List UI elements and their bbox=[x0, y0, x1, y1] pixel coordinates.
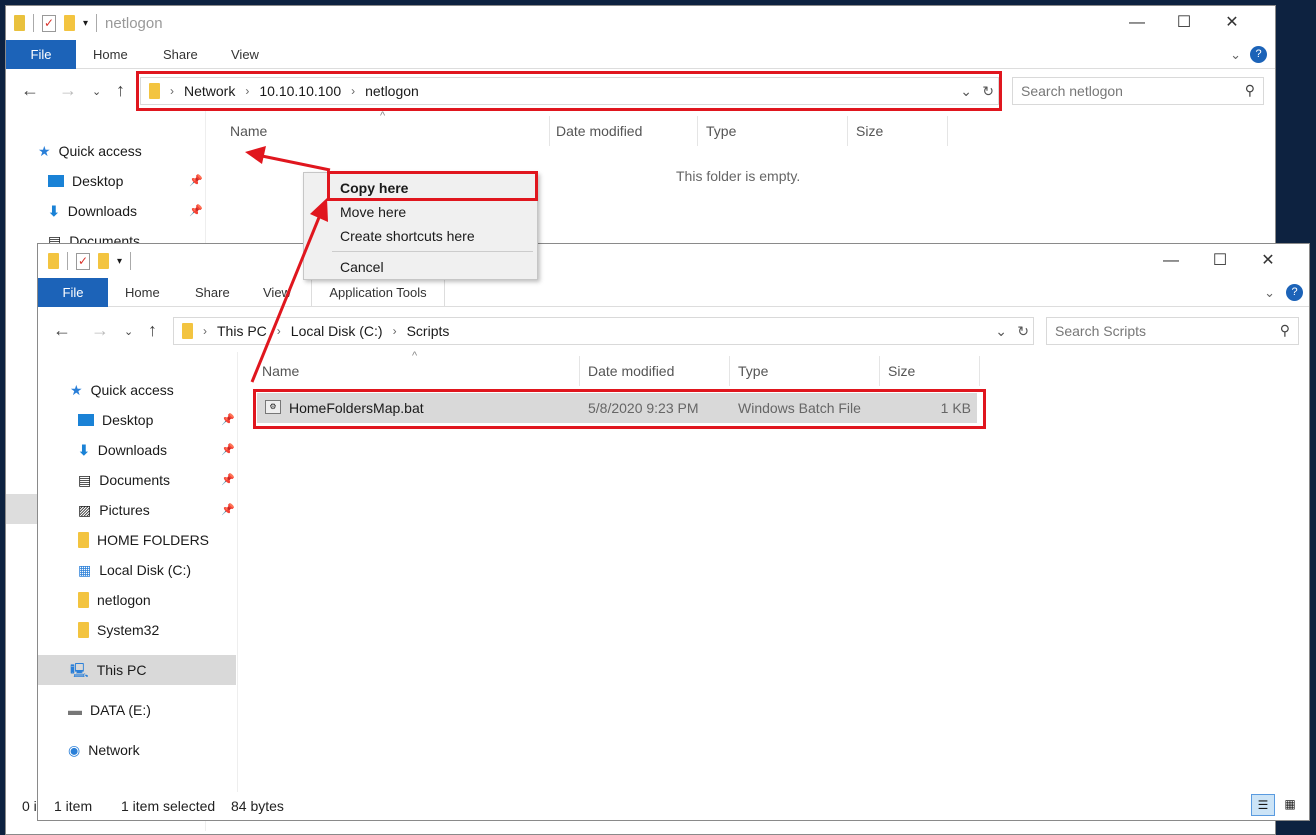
customize-dropdown-icon[interactable]: ▾ bbox=[83, 18, 88, 29]
address-dropdown-icon[interactable]: ⌄ bbox=[995, 323, 1007, 340]
folder-icon bbox=[182, 323, 193, 339]
column-type[interactable]: Type bbox=[698, 116, 848, 146]
address-bar[interactable]: › This PC › Local Disk (C:) › Scripts ⌄ ↻ bbox=[173, 317, 1034, 345]
breadcrumb-local-disk[interactable]: Local Disk (C:) bbox=[291, 323, 383, 339]
column-size[interactable]: Size bbox=[880, 356, 980, 386]
tab-view[interactable]: View bbox=[263, 278, 291, 307]
pin-icon: 📌 bbox=[189, 205, 203, 217]
details-view-button[interactable]: ☰ bbox=[1251, 794, 1275, 816]
pin-icon: 📌 bbox=[221, 504, 235, 516]
tab-file[interactable]: File bbox=[38, 278, 108, 307]
large-icons-view-button[interactable]: ▦ bbox=[1279, 794, 1301, 816]
column-size[interactable]: Size bbox=[848, 116, 948, 146]
nav-system32[interactable]: System32 bbox=[78, 615, 159, 645]
column-date[interactable]: Date modified bbox=[580, 356, 730, 386]
back-arrow-icon[interactable]: ← bbox=[21, 80, 39, 101]
status-selected: 1 item selected bbox=[121, 798, 216, 814]
close-button[interactable]: ✕ bbox=[1209, 6, 1255, 40]
nav-desktop[interactable]: Desktop bbox=[78, 405, 153, 435]
pin-icon: 📌 bbox=[221, 444, 235, 456]
back-arrow-icon[interactable]: ← bbox=[53, 320, 71, 341]
status-size: 84 bytes bbox=[231, 798, 284, 814]
menu-create-shortcuts[interactable]: Create shortcuts here bbox=[340, 228, 475, 244]
minimize-button[interactable]: — bbox=[1148, 244, 1194, 278]
expand-ribbon-icon[interactable]: ⌄ bbox=[1264, 278, 1275, 307]
nav-pictures[interactable]: ▨ Pictures bbox=[78, 495, 150, 525]
properties-icon[interactable]: ✓ bbox=[76, 252, 90, 270]
nav-local-disk-c[interactable]: ▦ Local Disk (C:) bbox=[78, 555, 191, 585]
search-icon: ⚲ bbox=[1244, 82, 1255, 98]
column-type[interactable]: Type bbox=[730, 356, 880, 386]
recent-dropdown-icon[interactable]: ⌄ bbox=[124, 325, 133, 338]
maximize-button[interactable]: ☐ bbox=[1161, 6, 1207, 40]
minimize-button[interactable]: — bbox=[1114, 6, 1160, 40]
tab-share[interactable]: Share bbox=[163, 40, 198, 69]
status-item-count: 1 item bbox=[54, 798, 93, 814]
menu-move-here[interactable]: Move here bbox=[340, 204, 406, 220]
nav-this-pc[interactable]: 🖳 This PC bbox=[70, 655, 146, 685]
pin-icon: 📌 bbox=[189, 175, 203, 187]
nav-documents[interactable]: ▤ Documents bbox=[78, 465, 170, 495]
folder-icon bbox=[48, 253, 59, 269]
nav-desktop[interactable]: Desktop bbox=[48, 166, 123, 196]
nav-network[interactable]: ◉ Network bbox=[68, 735, 140, 765]
front-explorer-window: ✓ ▾ — ☐ ✕ File Home Share View Applicati… bbox=[37, 243, 1310, 821]
new-folder-icon[interactable] bbox=[64, 15, 75, 31]
tab-share[interactable]: Share bbox=[195, 278, 230, 307]
file-highlight bbox=[253, 389, 986, 429]
up-arrow-icon[interactable]: ↑ bbox=[148, 320, 157, 341]
help-icon[interactable]: ? bbox=[1250, 46, 1267, 63]
tab-home[interactable]: Home bbox=[93, 40, 128, 69]
breadcrumb-this-pc[interactable]: This PC bbox=[217, 323, 267, 339]
search-input[interactable]: Search Scripts ⚲ bbox=[1046, 317, 1299, 345]
up-arrow-icon[interactable]: ↑ bbox=[116, 80, 125, 101]
nav-home-folders[interactable]: HOME FOLDERS bbox=[78, 525, 209, 555]
tab-application-tools[interactable]: Application Tools bbox=[311, 278, 445, 307]
pin-icon: 📌 bbox=[221, 474, 235, 486]
nav-quick-access[interactable]: ★ Quick access bbox=[38, 136, 142, 166]
search-icon: ⚲ bbox=[1279, 322, 1290, 338]
search-input[interactable]: Search netlogon ⚲ bbox=[1012, 77, 1264, 105]
nav-downloads[interactable]: ⬇ Downloads bbox=[78, 435, 167, 465]
window-title: netlogon bbox=[105, 14, 163, 32]
address-highlight bbox=[136, 71, 1002, 111]
maximize-button[interactable]: ☐ bbox=[1197, 244, 1243, 278]
refresh-icon[interactable]: ↻ bbox=[1017, 323, 1029, 340]
tab-home[interactable]: Home bbox=[125, 278, 160, 307]
column-date[interactable]: Date modified bbox=[548, 116, 698, 146]
tab-view[interactable]: View bbox=[231, 40, 259, 69]
customize-dropdown-icon[interactable]: ▾ bbox=[117, 256, 122, 267]
copy-here-highlight bbox=[327, 171, 538, 201]
nav-downloads[interactable]: ⬇ Downloads bbox=[48, 196, 137, 226]
column-name[interactable]: Name bbox=[222, 116, 550, 146]
nav-data-e[interactable]: ▬ DATA (E:) bbox=[68, 695, 151, 725]
status-item-count: 0 i bbox=[22, 798, 37, 814]
forward-arrow-icon[interactable]: → bbox=[91, 320, 109, 341]
pin-icon: 📌 bbox=[221, 414, 235, 426]
tab-file[interactable]: File bbox=[6, 40, 76, 69]
empty-folder-message: This folder is empty. bbox=[676, 168, 801, 184]
close-button[interactable]: ✕ bbox=[1245, 244, 1291, 278]
nav-quick-access[interactable]: ★ Quick access bbox=[70, 375, 174, 405]
column-name[interactable]: Name bbox=[254, 356, 580, 386]
expand-ribbon-icon[interactable]: ⌄ bbox=[1230, 40, 1241, 69]
network-folder-icon bbox=[14, 15, 25, 31]
help-icon[interactable]: ? bbox=[1286, 284, 1303, 301]
nav-netlogon[interactable]: netlogon bbox=[78, 585, 151, 615]
forward-arrow-icon[interactable]: → bbox=[59, 80, 77, 101]
properties-icon[interactable]: ✓ bbox=[42, 14, 56, 32]
menu-cancel[interactable]: Cancel bbox=[340, 259, 384, 275]
breadcrumb-scripts[interactable]: Scripts bbox=[407, 323, 450, 339]
new-folder-icon[interactable] bbox=[98, 253, 109, 269]
recent-dropdown-icon[interactable]: ⌄ bbox=[92, 85, 101, 98]
